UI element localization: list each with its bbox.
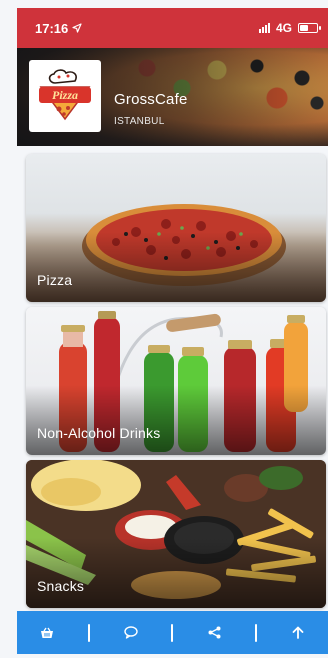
cafe-logo[interactable]: Pizza [29,60,101,132]
separator [254,623,257,642]
scroll-top-button[interactable] [278,618,318,648]
category-card-snacks[interactable]: Snacks [26,460,326,608]
pizza-logo-icon: Pizza [39,69,91,121]
category-label-drinks: Non-Alcohol Drinks [37,425,161,441]
battery-level [300,25,308,31]
chat-button[interactable] [111,618,151,648]
separator [171,623,174,642]
chat-icon [124,626,138,639]
status-bar: 17:16 4G [17,8,328,48]
share-button[interactable] [194,618,234,648]
category-label-pizza: Pizza [37,272,73,288]
basket-button[interactable] [27,618,67,648]
category-label-snacks: Snacks [37,578,85,594]
battery-icon [298,23,321,33]
category-card-drinks[interactable]: Non-Alcohol Drinks [26,307,326,455]
cafe-header: Pizza GrossCafe ISTANBUL [17,48,328,146]
signal-icon [258,23,270,33]
category-card-pizza[interactable]: Pizza [26,154,326,302]
network-label: 4G [275,21,292,35]
share-icon [208,626,221,639]
app-screen: 17:16 4G Pizza GrossCafe ISTANBUL Pizza … [0,0,328,658]
cafe-city: ISTANBUL [114,116,165,127]
location-arrow-icon [72,21,82,36]
arrow-up-icon [292,626,303,639]
separator [88,623,91,642]
status-time: 17:16 [35,20,69,36]
logo-text: Pizza [52,88,78,102]
basket-icon [41,627,54,638]
cafe-name: GrossCafe [114,91,188,108]
bottom-action-bar [17,611,328,654]
